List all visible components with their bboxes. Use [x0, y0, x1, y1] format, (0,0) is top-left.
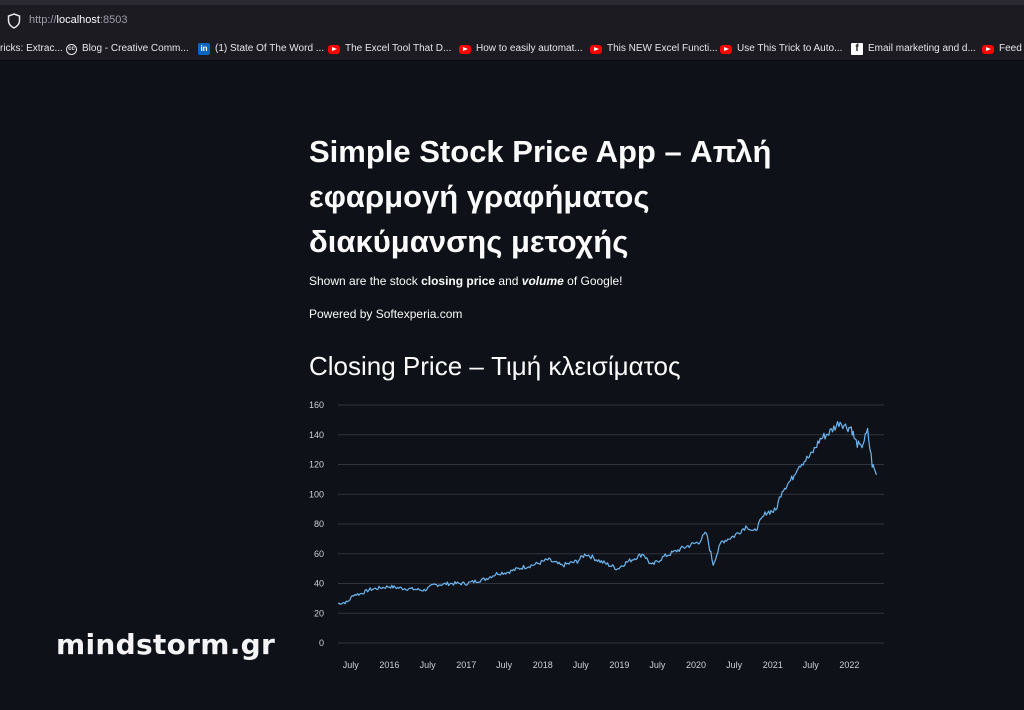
bookmark-label: Blog - Creative Comm... — [82, 43, 189, 54]
bookmark-item[interactable]: ricks: Extrac... — [0, 42, 63, 56]
bookmark-label: Feed Y — [999, 43, 1024, 54]
bookmarks-bar: ricks: Extrac... cc Blog - Creative Comm.… — [0, 38, 1024, 61]
y-tick-label: 140 — [309, 430, 324, 440]
x-axis-ticks: July 2016 July 2017 July 2018 July 2019 July 2020… — [343, 660, 860, 670]
youtube-icon — [459, 44, 471, 54]
bookmark-label: (1) State Of The Word ... — [215, 43, 325, 54]
y-tick-label: 100 — [309, 489, 324, 499]
youtube-icon — [328, 44, 340, 54]
bookmark-label: Use This Trick to Auto... — [737, 43, 843, 54]
cc-icon: cc — [66, 43, 77, 55]
url-port: :8503 — [99, 14, 128, 26]
chart-series — [337, 421, 877, 605]
bookmark-item[interactable]: Use This Trick to Auto... — [720, 42, 842, 56]
x-tick-label: 2017 — [456, 660, 476, 670]
x-tick-label: July — [726, 660, 743, 670]
y-tick-label: 160 — [309, 400, 324, 410]
x-tick-label: July — [420, 660, 437, 670]
x-tick-label: 2022 — [839, 660, 859, 670]
url-host: localhost — [56, 14, 100, 26]
subtitle-part: Shown are the stock — [309, 274, 422, 288]
bookmark-item[interactable]: in (1) State Of The Word ... — [198, 42, 324, 56]
y-tick-label: 40 — [314, 579, 324, 589]
youtube-icon — [982, 44, 994, 54]
x-tick-label: July — [343, 660, 360, 670]
x-tick-label: 2016 — [379, 660, 399, 670]
page-title: Simple Stock Price App – Απλή εφαρμογή γ… — [309, 134, 772, 259]
bookmark-item[interactable]: Feed Y — [982, 42, 1024, 56]
youtube-icon — [720, 44, 732, 54]
closing-price-line — [337, 421, 877, 605]
y-tick-label: 120 — [309, 460, 324, 470]
bookmark-label: Email marketing and d... — [868, 43, 976, 54]
x-tick-label: 2021 — [763, 660, 783, 670]
subtitle-bold: closing price — [421, 274, 496, 288]
y-axis-ticks: 0 20 40 60 80 100 120 140 160 — [309, 400, 324, 648]
x-tick-label: July — [649, 660, 666, 670]
bookmark-label: This NEW Excel Functi... — [607, 43, 718, 54]
x-tick-label: 2018 — [533, 660, 553, 670]
subtitle-bold-italic: volume — [521, 274, 564, 288]
powered-by-text: Powered by Softexperia.com — [309, 307, 463, 321]
browser-address-bar: http://localhost:8503 — [0, 0, 1024, 38]
chart-grid — [338, 404, 884, 644]
bookmark-label: The Excel Tool That D... — [345, 43, 452, 54]
x-tick-label: 2019 — [609, 660, 629, 670]
y-tick-label: 60 — [314, 549, 324, 559]
youtube-icon — [590, 44, 602, 54]
x-tick-label: July — [573, 660, 590, 670]
url-field[interactable]: http://localhost:8503 — [29, 14, 127, 26]
y-tick-label: 80 — [314, 519, 324, 529]
bookmark-item[interactable]: The Excel Tool That D... — [328, 42, 451, 56]
subtitle-text: Shown are the stock closing price and vo… — [309, 274, 623, 288]
x-tick-label: July — [496, 660, 513, 670]
x-tick-label: 2020 — [686, 660, 706, 670]
chart-heading: Closing Price – Τιμή κλεισίματος — [309, 351, 681, 381]
bookmark-item[interactable]: f Email marketing and d... — [851, 42, 976, 56]
bookmark-label: How to easily automat... — [476, 43, 583, 54]
linkedin-icon: in — [198, 43, 210, 55]
x-tick-label: July — [803, 660, 820, 670]
watermark-text: mindstorm.gr — [56, 628, 276, 661]
closing-price-chart[interactable]: 020406080100120140160 July 2016 July 2017 Ju… — [300, 393, 890, 683]
bookmark-item[interactable]: cc Blog - Creative Comm... — [66, 42, 189, 56]
subtitle-part: of Google! — [563, 274, 623, 288]
y-tick-label: 0 — [319, 638, 324, 648]
bookmark-item[interactable]: This NEW Excel Functi... — [590, 42, 718, 56]
y-tick-label: 20 — [314, 608, 324, 618]
url-prefix: http:// — [29, 14, 57, 26]
bookmark-item[interactable]: How to easily automat... — [459, 42, 583, 56]
facebook-icon: f — [851, 43, 863, 55]
subtitle-part: and — [495, 274, 522, 288]
bookmark-label: ricks: Extrac... — [0, 43, 63, 54]
shield-icon[interactable] — [7, 13, 21, 29]
